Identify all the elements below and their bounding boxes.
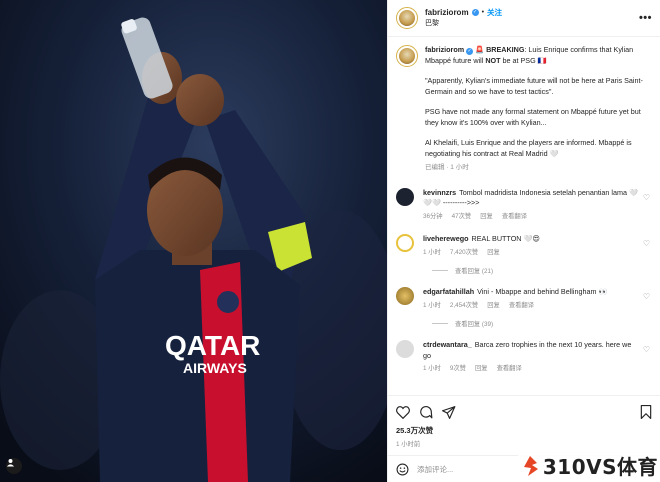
- comment-reply-button[interactable]: 回复: [487, 248, 500, 259]
- user-tag-icon: [6, 458, 15, 467]
- comment-like-heart-icon[interactable]: ♡: [643, 292, 650, 301]
- comment-text: REAL BUTTON 🤍😍: [471, 234, 540, 243]
- comment-like-heart-icon[interactable]: ♡: [643, 239, 650, 248]
- comment-item: edgarfatahillah Vini - Mbappe and behind …: [396, 287, 652, 311]
- comment-username[interactable]: liveherewego: [423, 234, 469, 243]
- post-sidebar: fabriziorom ✓ • 关注 巴黎 ••• fabriziorom ✓ …: [387, 0, 660, 482]
- view-replies-label[interactable]: 查看回复 (39): [455, 319, 493, 328]
- flag-icon: 🇫🇷: [537, 55, 547, 65]
- player-photo: QATAR AIRWAYS: [0, 0, 387, 482]
- caption-not: NOT: [485, 55, 501, 65]
- watermark-logo: 310VS体育: [517, 451, 660, 480]
- comments-scroll-area[interactable]: fabriziorom ✓ 🚨 BREAKING: Luis Enrique c…: [388, 37, 660, 395]
- more-options-icon[interactable]: •••: [639, 12, 652, 24]
- comment-likes[interactable]: 47次赞: [452, 212, 472, 223]
- post-location[interactable]: 巴黎: [425, 18, 502, 29]
- author-avatar[interactable]: [396, 7, 418, 29]
- flame-icon: [523, 455, 538, 476]
- comment-likes[interactable]: 2,454次赞: [450, 301, 478, 312]
- caption-line1-end: be at PSG: [502, 55, 536, 65]
- user-tag-button[interactable]: [6, 458, 22, 474]
- comment-item: kevinnzrs Tombol madridista Indonesia set…: [396, 187, 652, 223]
- comment-time: 1 小时: [423, 301, 441, 309]
- comment-avatar[interactable]: [396, 234, 414, 252]
- comment-translate-button[interactable]: 查看翻译: [497, 364, 522, 375]
- comment-username[interactable]: edgarfatahillah: [423, 287, 474, 296]
- like-count[interactable]: 25.3万次赞: [396, 425, 652, 436]
- follow-button[interactable]: 关注: [487, 7, 502, 18]
- comment-reply-button[interactable]: 回复: [475, 364, 488, 375]
- comment-likes[interactable]: 7,420次赞: [450, 248, 478, 259]
- comment-like-heart-icon[interactable]: ♡: [643, 345, 650, 354]
- jersey-sponsor-qatar: QATAR: [165, 330, 260, 361]
- comment-avatar[interactable]: [396, 187, 414, 206]
- caption-breaking: BREAKING: [486, 45, 525, 54]
- heart-icon[interactable]: [396, 405, 410, 419]
- comment-reply-button[interactable]: 回复: [480, 212, 493, 223]
- view-replies-button[interactable]: 查看回复 (21): [432, 266, 652, 275]
- post-actions: 25.3万次赞 1 小时前: [388, 395, 660, 455]
- comment-input[interactable]: 添加评论...: [417, 464, 453, 475]
- share-icon[interactable]: [442, 405, 456, 419]
- comment-translate-button[interactable]: 查看翻译: [509, 301, 534, 312]
- comment-text: Vini - Mbappe and behind Bellingham 👀: [477, 287, 608, 296]
- caption-para3: PSG have not made any formal statement o…: [425, 107, 641, 127]
- watermark-text: 310VS体育: [542, 455, 658, 479]
- comment-item: ctrdewantara_ Barca zero trophies in the …: [396, 340, 652, 375]
- comment-avatar[interactable]: [396, 340, 414, 358]
- verified-icon: ✓: [471, 9, 479, 16]
- comment-username[interactable]: ctrdewantara_: [423, 340, 472, 349]
- comment-time: 1 小时: [423, 248, 441, 256]
- caption-para2: "Apparently, Kylian's immediate future w…: [425, 76, 643, 96]
- author-username[interactable]: fabriziorom: [425, 7, 469, 18]
- siren-icon: 🚨: [475, 45, 485, 54]
- comment-likes[interactable]: 9次赞: [450, 364, 466, 375]
- comment-username[interactable]: kevinnzrs: [423, 188, 456, 197]
- emoji-icon[interactable]: [396, 463, 409, 476]
- caption-para4: Al Khelaifi, Luis Enrique and the player…: [425, 138, 632, 158]
- post-header: fabriziorom ✓ • 关注 巴黎 •••: [388, 0, 660, 37]
- comment-item: liveherewego REAL BUTTON 🤍😍 1 小时 7,420次赞 …: [396, 234, 652, 258]
- view-replies-button[interactable]: 查看回复 (39): [432, 319, 652, 328]
- separator-dot: •: [481, 9, 485, 16]
- post-caption: fabriziorom ✓ 🚨 BREAKING: Luis Enrique c…: [396, 45, 652, 174]
- comment-icon[interactable]: [419, 405, 433, 419]
- comment-avatar[interactable]: [396, 287, 414, 305]
- comment-time: 36分钟: [423, 212, 443, 220]
- comment-time: 1 小时: [423, 365, 441, 372]
- post-timestamp: 1 小时前: [396, 441, 421, 448]
- comment-reply-button[interactable]: 回复: [487, 301, 500, 312]
- post-image[interactable]: QATAR AIRWAYS: [0, 0, 387, 482]
- comment-translate-button[interactable]: 查看翻译: [502, 212, 527, 223]
- jersey-sponsor-airways: AIRWAYS: [183, 360, 247, 376]
- bookmark-icon[interactable]: [640, 405, 652, 419]
- caption-avatar[interactable]: [396, 45, 418, 67]
- caption-meta: 已编辑 · 1 小时: [425, 164, 469, 171]
- verified-icon: ✓: [466, 47, 474, 55]
- view-replies-label[interactable]: 查看回复 (21): [455, 266, 493, 275]
- comment-like-heart-icon[interactable]: ♡: [643, 193, 650, 202]
- caption-username[interactable]: fabriziorom: [425, 45, 464, 54]
